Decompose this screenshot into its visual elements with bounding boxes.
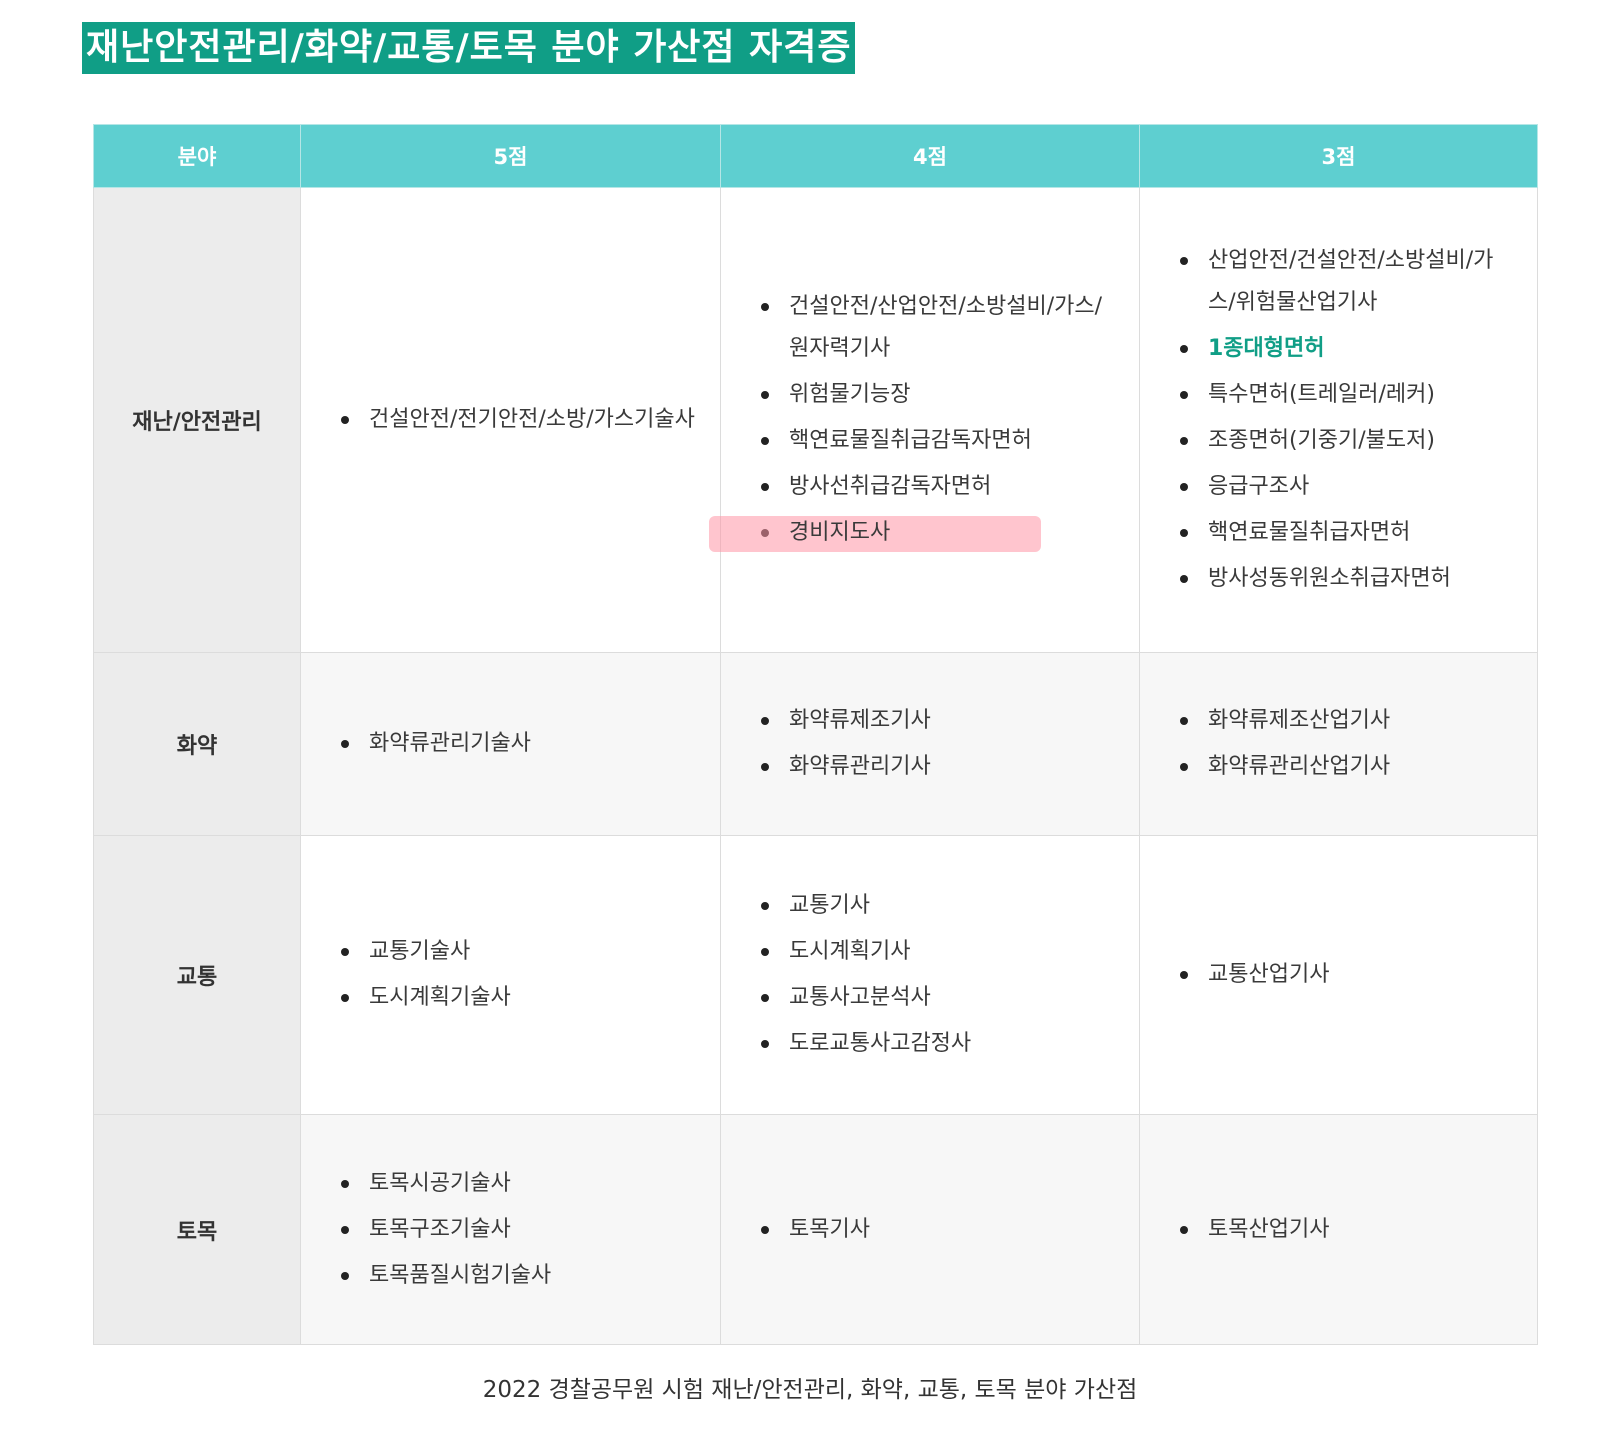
list-item: 핵연료물질취급감독자면허 [761, 420, 1121, 462]
list-item: 토목산업기사 [1180, 1209, 1519, 1251]
cell-4pt: 화약류제조기사 화약류관리기사 [720, 652, 1140, 836]
cell-5pt: 화약류관리기술사 [300, 652, 721, 836]
list-item: 도시계획기사 [761, 931, 1121, 973]
table-row: 재난/안전관리 건설안전/전기안전/소방/가스기술사 건설안전/산업안전/소방설… [93, 187, 1538, 653]
table-row: 교통 교통기술사 도시계획기술사 교통기사 도시계획기사 교통사고분석사 도로교… [93, 835, 1538, 1115]
header-field: 분야 [93, 124, 301, 188]
list-item: 교통사고분석사 [761, 977, 1121, 1019]
list-item: 토목품질시험기술사 [341, 1255, 702, 1297]
list-item: 화약류관리기사 [761, 746, 1121, 788]
page-title: 재난안전관리/화약/교통/토목 분야 가산점 자격증 [86, 27, 852, 68]
list-item: 조종면허(기중기/불도저) [1180, 420, 1519, 462]
cell-3pt: 교통산업기사 [1139, 835, 1538, 1115]
figure-caption: 2022 경찰공무원 시험 재난/안전관리, 화약, 교통, 토목 분야 가산점 [482, 1377, 1138, 1403]
list-item: 토목구조기술사 [341, 1209, 702, 1251]
list-item: 교통산업기사 [1180, 954, 1519, 996]
list-item: 토목기사 [761, 1209, 1121, 1251]
list-item: 화약류관리기술사 [341, 723, 702, 765]
cell-5pt: 교통기술사 도시계획기술사 [300, 835, 721, 1115]
cell-3pt: 화약류제조산업기사 화약류관리산업기사 [1139, 652, 1538, 836]
row-category: 토목 [93, 1114, 301, 1345]
list-item: 화약류관리산업기사 [1180, 746, 1519, 788]
table-row: 토목 토목시공기술사 토목구조기술사 토목품질시험기술사 토목기사 토목산업기사 [93, 1114, 1538, 1345]
list-item: 위험물기능장 [761, 374, 1121, 416]
list-item: 방사선취급감독자면허 [761, 466, 1121, 508]
list-item: 핵연료물질취급자면허 [1180, 512, 1519, 554]
cell-3pt: 산업안전/건설안전/소방설비/가스/위험물산업기사 1종대형면허 특수면허(트레… [1139, 187, 1538, 653]
cell-5pt: 건설안전/전기안전/소방/가스기술사 [300, 187, 721, 653]
list-item: 교통기사 [761, 885, 1121, 927]
list-item: 건설안전/전기안전/소방/가스기술사 [341, 399, 702, 441]
list-item: 도시계획기술사 [341, 977, 702, 1019]
header-5pt: 5점 [300, 124, 721, 188]
cell-4pt: 토목기사 [720, 1114, 1140, 1345]
row-category: 교통 [93, 835, 301, 1115]
header-4pt: 4점 [720, 124, 1140, 188]
list-item-highlighted: 1종대형면허 [1180, 328, 1519, 370]
cell-4pt: 교통기사 도시계획기사 교통사고분석사 도로교통사고감정사 [720, 835, 1140, 1115]
row-category: 화약 [93, 652, 301, 836]
list-item: 교통기술사 [341, 931, 702, 973]
list-item: 화약류제조기사 [761, 700, 1121, 742]
page-title-banner: 재난안전관리/화약/교통/토목 분야 가산점 자격증 [82, 22, 856, 74]
list-item: 산업안전/건설안전/소방설비/가스/위험물산업기사 [1180, 240, 1519, 324]
list-item: 방사성동위원소취급자면허 [1180, 558, 1519, 600]
list-item-highlighted: 경비지도사 [709, 512, 1121, 554]
list-item: 화약류제조산업기사 [1180, 700, 1519, 742]
row-category: 재난/안전관리 [93, 187, 301, 653]
list-item: 토목시공기술사 [341, 1163, 702, 1205]
header-3pt: 3점 [1139, 124, 1538, 188]
cell-5pt: 토목시공기술사 토목구조기술사 토목품질시험기술사 [300, 1114, 721, 1345]
table-header-row: 분야 5점 4점 3점 [93, 124, 1538, 188]
cell-4pt: 건설안전/산업안전/소방설비/가스/원자력기사 위험물기능장 핵연료물질취급감독… [709, 187, 1140, 653]
bonus-points-table: 분야 5점 4점 3점 재난/안전관리 건설안전/전기안전/소방/가스기술사 건… [93, 124, 1538, 1345]
list-item: 건설안전/산업안전/소방설비/가스/원자력기사 [761, 286, 1121, 370]
list-item: 도로교통사고감정사 [761, 1023, 1121, 1065]
table-row: 화약 화약류관리기술사 화약류제조기사 화약류관리기사 화약류제조산업기사 화약… [93, 652, 1538, 836]
list-item: 특수면허(트레일러/레커) [1180, 374, 1519, 416]
cell-3pt: 토목산업기사 [1139, 1114, 1538, 1345]
list-item: 응급구조사 [1180, 466, 1519, 508]
